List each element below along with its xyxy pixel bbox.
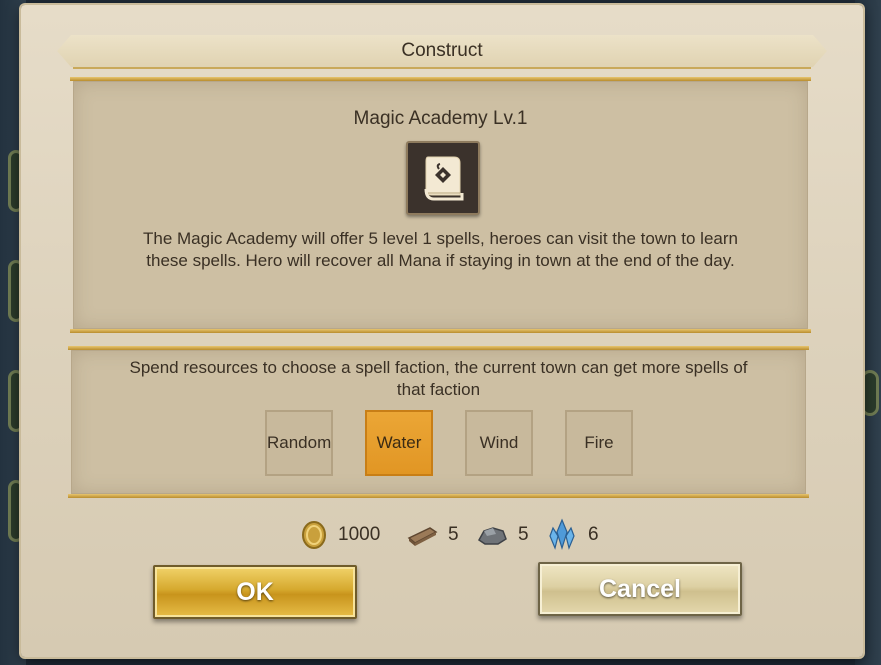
faction-prompt: Spend resources to choose a spell factio… xyxy=(129,358,748,399)
background-ornament xyxy=(861,370,879,416)
faction-button-fire[interactable]: Fire xyxy=(565,410,633,476)
wood-cost: 5 xyxy=(406,515,459,555)
gold-coin-icon xyxy=(302,521,326,549)
wood-cost-value: 5 xyxy=(448,524,459,545)
faction-button-wind[interactable]: Wind xyxy=(465,410,533,476)
ore-icon xyxy=(478,527,507,545)
faction-button-random[interactable]: Random xyxy=(265,410,333,476)
title-divider xyxy=(73,67,811,69)
panel-trim xyxy=(68,346,809,350)
faction-button-water[interactable]: Water xyxy=(365,410,433,476)
ok-button[interactable]: OK xyxy=(153,565,357,619)
building-name: Magic Academy Lv.1 xyxy=(353,108,528,129)
gold-cost-value: 1000 xyxy=(338,524,381,545)
wood-icon xyxy=(407,527,438,546)
spell-book-icon xyxy=(424,156,464,201)
ore-cost-value: 5 xyxy=(518,524,529,545)
panel-trim xyxy=(68,494,809,498)
crystal-cost-value: 6 xyxy=(588,524,599,545)
spell-faction-panel: Spend resources to choose a spell factio… xyxy=(68,346,809,498)
crystal-cost: 6 xyxy=(546,515,599,555)
ore-cost: 5 xyxy=(476,515,529,555)
panel-trim xyxy=(70,77,811,81)
building-icon-frame xyxy=(406,141,480,215)
cancel-button[interactable]: Cancel xyxy=(538,562,742,616)
panel-trim xyxy=(70,329,811,333)
building-info-panel: Magic Academy Lv.1 The Magic Academy wil… xyxy=(70,77,811,333)
crystal-icon xyxy=(549,518,575,551)
dialog-title: Construct xyxy=(401,40,483,61)
building-description: The Magic Academy will offer 5 level 1 s… xyxy=(143,229,738,270)
construct-dialog: Construct Magic Academy Lv.1 The Magic A… xyxy=(21,5,863,657)
gold-cost: 1000 xyxy=(300,515,380,555)
resource-cost-row: 1000 5 5 6 xyxy=(21,515,863,555)
